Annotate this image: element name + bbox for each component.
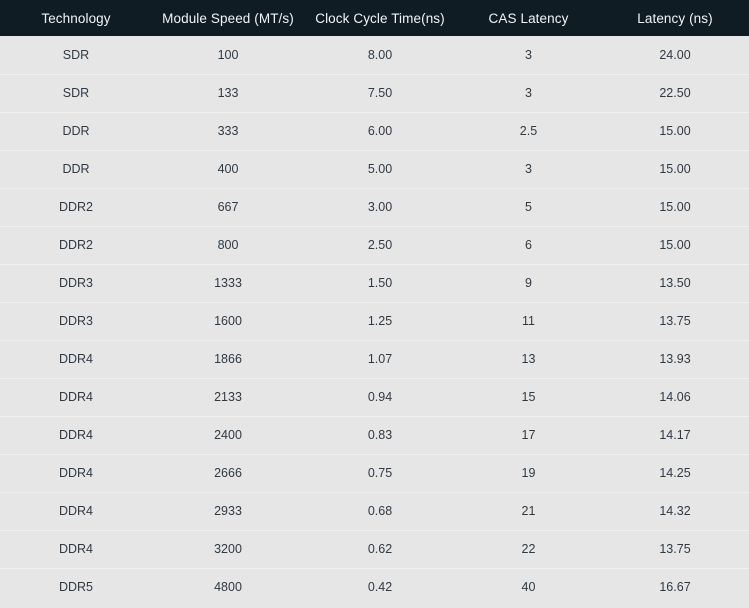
cell-latency: 22.50 — [659, 86, 691, 100]
cell-latency: 14.17 — [659, 428, 691, 442]
cell-technology: DDR4 — [58, 352, 94, 366]
cell-clock-cycle-time: 2.50 — [367, 238, 393, 252]
table-row: DDR4 2933 0.68 21 14.32 — [0, 492, 749, 530]
cell-clock-cycle-time: 1.25 — [367, 314, 393, 328]
table-row: DDR2 800 2.50 6 15.00 — [0, 226, 749, 264]
table-row: DDR2 667 3.00 5 15.00 — [0, 188, 749, 226]
table-row: DDR3 1600 1.25 11 13.75 — [0, 302, 749, 340]
cell-technology: DDR3 — [58, 314, 94, 328]
cell-technology: DDR4 — [58, 542, 94, 556]
cell-module-speed: 667 — [217, 200, 239, 214]
cell-module-speed: 2400 — [214, 428, 242, 442]
cell-cas-latency: 13 — [521, 352, 536, 366]
cell-latency: 16.67 — [659, 580, 691, 595]
cell-cas-latency: 9 — [525, 276, 532, 290]
cell-cas-latency: 3 — [525, 86, 532, 100]
cell-module-speed: 3200 — [214, 542, 242, 556]
cell-technology: DDR4 — [58, 390, 94, 404]
cell-module-speed: 1866 — [214, 352, 242, 366]
cell-latency: 14.25 — [659, 466, 691, 480]
table-row: DDR4 2133 0.94 15 14.06 — [0, 378, 749, 416]
column-header-cas-latency: CAS Latency — [488, 10, 569, 26]
cell-cas-latency: 2.5 — [519, 124, 538, 138]
cell-latency: 13.50 — [659, 276, 691, 290]
column-header-latency: Latency (ns) — [637, 10, 713, 26]
cell-clock-cycle-time: 0.62 — [367, 542, 393, 556]
table-row: DDR4 1866 1.07 13 13.93 — [0, 340, 749, 378]
cell-technology: DDR — [62, 124, 90, 138]
cell-module-speed: 2133 — [214, 390, 242, 404]
cell-module-speed: 2933 — [214, 504, 242, 518]
cell-technology: SDR — [62, 86, 90, 100]
table-row: DDR3 1333 1.50 9 13.50 — [0, 264, 749, 302]
table-row: SDR 100 8.00 3 24.00 — [0, 36, 749, 74]
cell-latency: 15.00 — [659, 238, 691, 252]
cell-module-speed: 333 — [217, 124, 239, 138]
cell-clock-cycle-time: 0.68 — [367, 504, 393, 518]
cell-module-speed: 400 — [217, 162, 239, 176]
column-header-clock-cycle-time: Clock Cycle Time(ns) — [315, 10, 445, 26]
cell-cas-latency: 11 — [522, 314, 535, 328]
cell-technology: DDR4 — [58, 504, 94, 518]
cell-technology: DDR2 — [58, 238, 94, 252]
cell-technology: DDR4 — [58, 428, 94, 442]
cell-latency: 15.00 — [659, 124, 691, 138]
cell-module-speed: 4800 — [214, 580, 242, 595]
cell-clock-cycle-time: 0.94 — [367, 390, 393, 404]
table-header-row: Technology Module Speed (MT/s) Clock Cyc… — [0, 0, 749, 36]
cell-cas-latency: 6 — [525, 238, 532, 252]
cell-clock-cycle-time: 7.50 — [367, 86, 393, 100]
cell-technology: DDR5 — [58, 580, 94, 595]
cell-latency: 14.06 — [659, 390, 691, 404]
column-header-module-speed: Module Speed (MT/s) — [162, 10, 294, 26]
cell-latency: 13.93 — [659, 352, 691, 366]
table-row: DDR 400 5.00 3 15.00 — [0, 150, 749, 188]
cell-module-speed: 1333 — [214, 276, 242, 290]
cell-clock-cycle-time: 3.00 — [367, 200, 393, 214]
table-row: DDR4 2666 0.75 19 14.25 — [0, 454, 749, 492]
cell-module-speed: 100 — [217, 47, 239, 62]
table-row: SDR 133 7.50 3 22.50 — [0, 74, 749, 112]
cell-latency: 15.00 — [659, 162, 691, 176]
cell-cas-latency: 5 — [525, 200, 532, 214]
cell-cas-latency: 3 — [525, 47, 532, 62]
table-body: SDR 100 8.00 3 24.00 SDR 133 7.50 3 22.50 DDR 333 6.… — [0, 36, 749, 606]
table-row: DDR5 4800 0.42 40 16.67 — [0, 568, 749, 606]
cell-clock-cycle-time: 1.07 — [367, 352, 393, 366]
cell-cas-latency: 17 — [521, 428, 536, 442]
table-header: Technology Module Speed (MT/s) Clock Cyc… — [0, 0, 749, 36]
cell-cas-latency: 19 — [521, 466, 536, 480]
cell-technology: DDR4 — [58, 466, 94, 480]
cell-latency: 14.32 — [659, 504, 691, 518]
cell-module-speed: 2666 — [214, 466, 242, 480]
cell-cas-latency: 3 — [525, 162, 532, 176]
table-row: DDR4 2400 0.83 17 14.17 — [0, 416, 749, 454]
cell-module-speed: 133 — [217, 86, 239, 100]
cell-cas-latency: 22 — [521, 542, 536, 556]
cell-module-speed: 800 — [217, 238, 239, 252]
cell-latency: 15.00 — [659, 200, 691, 214]
cell-cas-latency: 15 — [521, 390, 536, 404]
cell-technology: DDR3 — [58, 276, 94, 290]
memory-latency-table: Technology Module Speed (MT/s) Clock Cyc… — [0, 0, 749, 606]
cell-technology: DDR2 — [58, 200, 94, 214]
cell-latency: 24.00 — [659, 47, 691, 62]
cell-latency: 13.75 — [659, 314, 691, 328]
cell-technology: DDR — [62, 162, 90, 176]
column-header-technology: Technology — [41, 10, 111, 26]
cell-clock-cycle-time: 5.00 — [367, 162, 393, 176]
table-row: DDR4 3200 0.62 22 13.75 — [0, 530, 749, 568]
cell-latency: 13.75 — [659, 542, 691, 556]
cell-clock-cycle-time: 6.00 — [367, 124, 393, 138]
cell-clock-cycle-time: 0.83 — [367, 428, 393, 442]
cell-cas-latency: 21 — [521, 504, 536, 518]
cell-clock-cycle-time: 0.42 — [367, 580, 393, 595]
cell-clock-cycle-time: 8.00 — [367, 47, 393, 62]
cell-clock-cycle-time: 0.75 — [367, 466, 393, 480]
cell-technology: SDR — [62, 47, 90, 62]
cell-clock-cycle-time: 1.50 — [367, 276, 393, 290]
table-row: DDR 333 6.00 2.5 15.00 — [0, 112, 749, 150]
cell-cas-latency: 40 — [521, 580, 536, 595]
cell-module-speed: 1600 — [214, 314, 242, 328]
